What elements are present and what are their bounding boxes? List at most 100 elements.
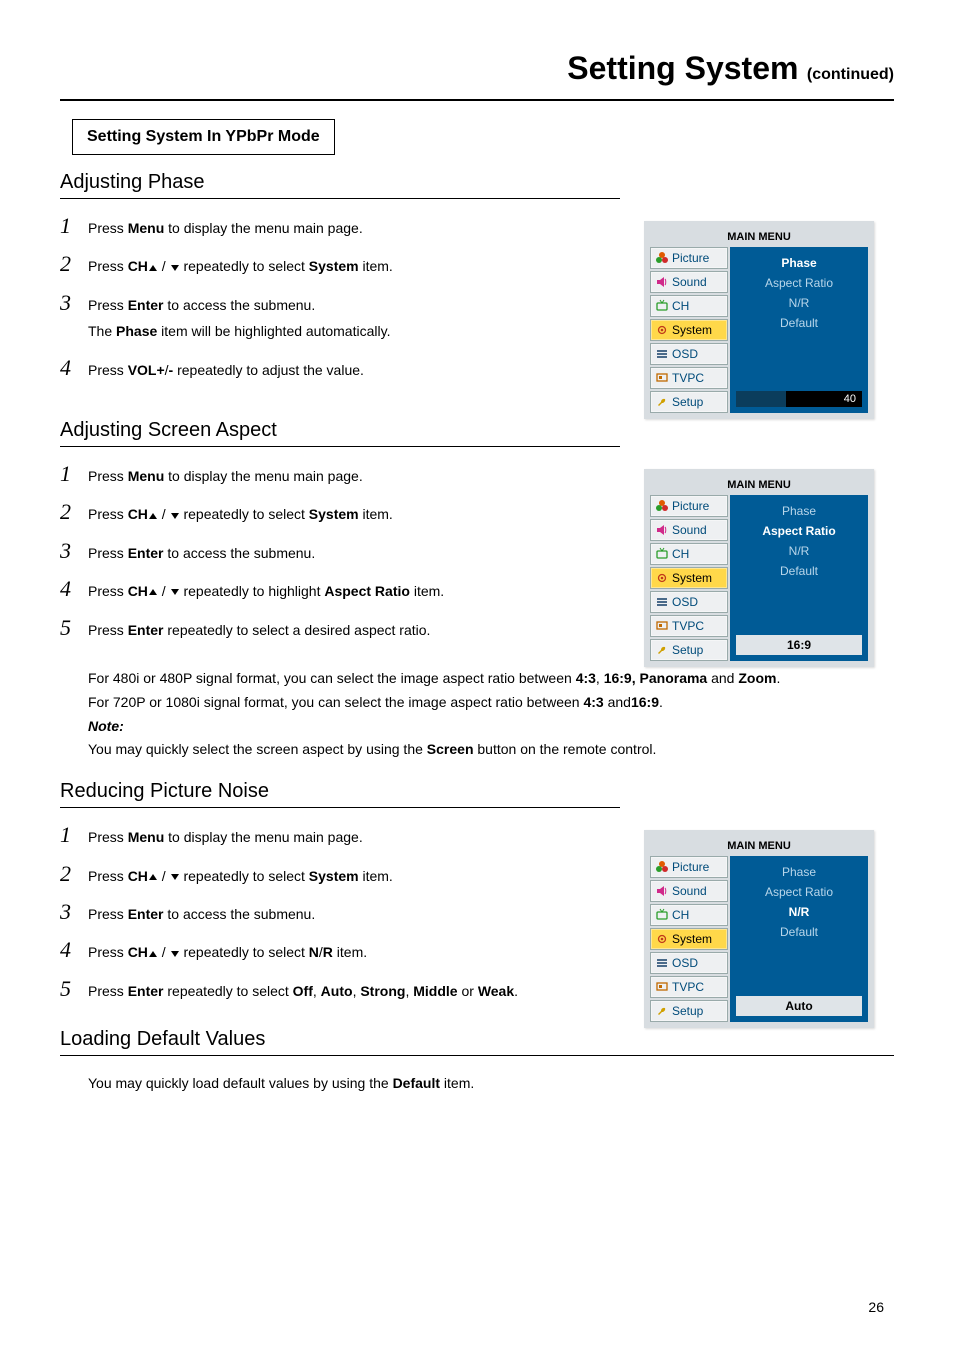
osd-item-osd: OSD [650,343,728,365]
tv-icon [655,547,669,561]
arrow-down-icon [171,513,179,519]
osd-item-system: System [650,567,728,589]
wrench-icon [655,643,669,657]
wrench-icon [655,395,669,409]
osd-item-setup: Setup [650,1000,728,1022]
osd-option-nr: N/R [730,902,868,922]
tvpc-icon [655,371,669,385]
step-number: 5 [60,978,88,1000]
step-row: 4 Press VOL+/- repeatedly to adjust the … [60,357,620,381]
header-divider [60,99,894,101]
step-row: 4 Press CH / repeatedly to highlight Asp… [60,578,620,602]
list-icon [655,956,669,970]
osd-option-nr: N/R [730,541,868,561]
step-text: Press CH / repeatedly to select System i… [88,253,393,277]
osd-item-sound: Sound [650,519,728,541]
osd-item-setup: Setup [650,639,728,661]
step-number: 4 [60,357,88,379]
osd-option-default: Default [730,922,868,942]
osd-menu-nr: MAIN MENU Picture Sound CH System OSD TV… [644,830,874,1028]
osd-item-sound: Sound [650,271,728,293]
sound-icon [655,523,669,537]
osd-option-phase: Phase [730,862,868,882]
step-row: 1 Press Menu to display the menu main pa… [60,824,620,848]
osd-title: MAIN MENU [650,475,868,495]
section-title-noise: Reducing Picture Noise [60,780,894,803]
arrow-up-icon [149,513,157,519]
section-divider [60,1055,894,1056]
step-text: Press Enter repeatedly to select a desir… [88,617,430,641]
osd-value: Auto [736,996,862,1016]
sound-icon [655,275,669,289]
sound-icon [655,884,669,898]
step-row: 2 Press CH / repeatedly to select System… [60,501,620,525]
osd-item-picture: Picture [650,495,728,517]
gear-icon [655,932,669,946]
step-number: 3 [60,292,88,314]
osd-item-picture: Picture [650,856,728,878]
osd-option-aspect: Aspect Ratio [730,882,868,902]
step-text: Press Menu to display the menu main page… [88,463,363,487]
osd-item-tvpc: TVPC [650,615,728,637]
defaults-text: You may quickly load default values by u… [88,1072,894,1096]
step-row: 3 Press Enter to access the submenu. [60,540,620,564]
picture-icon [655,499,669,513]
page-title-continued: (continued) [807,66,894,83]
step-number: 1 [60,215,88,237]
section-title-aspect: Adjusting Screen Aspect [60,419,894,442]
osd-item-ch: CH [650,543,728,565]
osd-menu-phase: MAIN MENU Picture Sound CH [644,221,874,419]
osd-item-osd: OSD [650,591,728,613]
section-divider [60,198,620,199]
step-row: 5 Press Enter repeatedly to select a des… [60,617,620,641]
section-divider [60,807,620,808]
osd-option-aspect: Aspect Ratio [730,521,868,541]
tv-icon [655,299,669,313]
osd-option-phase: Phase [730,501,868,521]
list-icon [655,347,669,361]
osd-option-default: Default [730,313,868,333]
arrow-up-icon [149,874,157,880]
step-number: 4 [60,939,88,961]
osd-option-default: Default [730,561,868,581]
osd-menu-aspect: MAIN MENU Picture Sound CH System OSD TV… [644,469,874,667]
arrow-up-icon [149,265,157,271]
osd-item-setup: Setup [650,391,728,413]
step-row: 2 Press CH / repeatedly to select System… [60,863,620,887]
picture-icon [655,860,669,874]
step-text: Press VOL+/- repeatedly to adjust the va… [88,357,364,381]
step-text: Press Enter repeatedly to select Off, Au… [88,978,518,1002]
osd-item-sound: Sound [650,880,728,902]
arrow-up-icon [149,951,157,957]
step-number: 5 [60,617,88,639]
step-row: 5 Press Enter repeatedly to select Off, … [60,978,620,1002]
step-row: 3 Press Enter to access the submenu. The… [60,292,620,343]
section-title-defaults: Loading Default Values [60,1028,894,1051]
page-header: Setting System (continued) [60,50,894,87]
step-number: 4 [60,578,88,600]
tvpc-icon [655,619,669,633]
step-number: 2 [60,863,88,885]
osd-value: 16:9 [736,635,862,655]
step-number: 1 [60,824,88,846]
step-number: 2 [60,253,88,275]
osd-item-picture: Picture [650,247,728,269]
osd-item-system: System [650,928,728,950]
osd-option-phase: Phase [730,253,868,273]
step-text: Press Enter to access the submenu. The P… [88,292,390,343]
wrench-icon [655,1004,669,1018]
step-text: Press CH / repeatedly to select N/R item… [88,939,367,963]
picture-icon [655,251,669,265]
osd-option-nr: N/R [730,293,868,313]
step-row: 4 Press CH / repeatedly to select N/R it… [60,939,620,963]
arrow-down-icon [171,589,179,595]
step-number: 2 [60,501,88,523]
gear-icon [655,571,669,585]
section-title-phase: Adjusting Phase [60,171,894,194]
osd-item-ch: CH [650,904,728,926]
step-text: Press Enter to access the submenu. [88,540,315,564]
osd-item-system: System [650,319,728,341]
step-text: Press CH / repeatedly to select System i… [88,863,393,887]
arrow-up-icon [149,589,157,595]
gear-icon [655,323,669,337]
